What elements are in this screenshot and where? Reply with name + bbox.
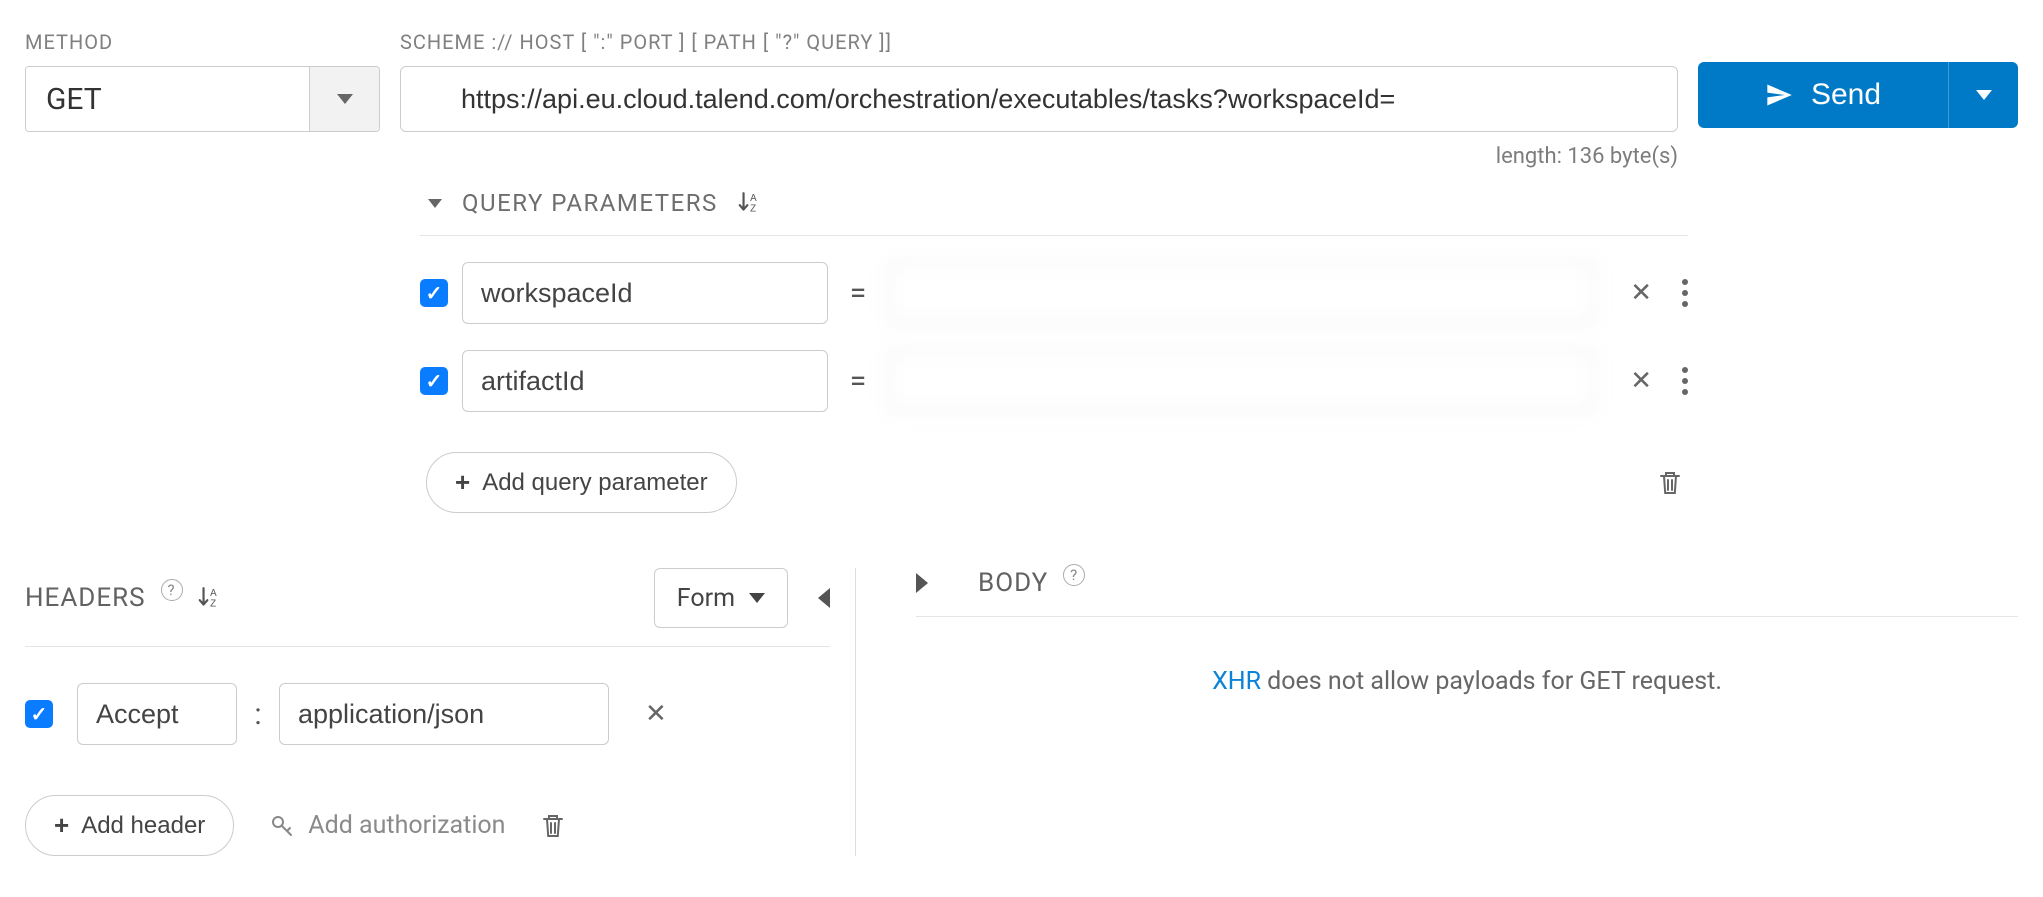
- help-icon[interactable]: ?: [161, 579, 183, 601]
- param-name-input[interactable]: [462, 350, 828, 412]
- add-header-label: Add header: [81, 812, 205, 840]
- chevron-down-icon: [337, 94, 353, 104]
- delete-all-params-button[interactable]: [1658, 469, 1682, 497]
- svg-text:A: A: [750, 193, 758, 204]
- param-menu-icon[interactable]: [1682, 279, 1688, 307]
- plus-icon: +: [455, 467, 470, 498]
- header-row: ✓ : ✕: [25, 683, 830, 745]
- headers-mode-select[interactable]: Form: [654, 568, 788, 628]
- svg-text:Z: Z: [210, 599, 217, 610]
- body-xhr-word: XHR: [1212, 667, 1261, 696]
- svg-text:Z: Z: [750, 204, 758, 215]
- trash-icon: [1658, 469, 1682, 497]
- url-input[interactable]: [400, 66, 1678, 132]
- header-name-input[interactable]: [77, 683, 237, 745]
- equals-sign: =: [834, 364, 882, 399]
- add-authorization-button[interactable]: Add authorization: [270, 811, 505, 840]
- collapse-triangle-icon: [428, 199, 442, 208]
- method-select[interactable]: GET: [25, 66, 380, 132]
- remove-param-button[interactable]: ✕: [1630, 366, 1652, 396]
- chevron-down-icon: [1976, 90, 1992, 100]
- send-button[interactable]: Send: [1698, 62, 1948, 128]
- expand-right-icon[interactable]: [916, 573, 928, 593]
- param-enabled-checkbox[interactable]: ✓: [420, 279, 448, 307]
- method-caret[interactable]: [309, 67, 379, 131]
- trash-icon: [541, 812, 565, 840]
- add-auth-label: Add authorization: [308, 811, 505, 840]
- add-query-param-label: Add query parameter: [482, 469, 707, 497]
- header-value-input[interactable]: [279, 683, 609, 745]
- body-title: BODY: [978, 568, 1048, 598]
- query-param-row: ✓ = ✕: [420, 262, 1688, 324]
- remove-param-button[interactable]: ✕: [1630, 278, 1652, 308]
- param-value-input[interactable]: [888, 262, 1594, 324]
- header-enabled-checkbox[interactable]: ✓: [25, 700, 53, 728]
- add-header-button[interactable]: + Add header: [25, 795, 234, 856]
- chevron-down-icon: [749, 593, 765, 603]
- key-icon: [270, 814, 294, 838]
- scheme-label: SCHEME :// HOST [ ":" PORT ] [ PATH [ "?…: [400, 30, 1678, 54]
- headers-mode-value: Form: [677, 584, 735, 613]
- body-message: XHR does not allow payloads for GET requ…: [916, 667, 2018, 696]
- method-value: GET: [26, 67, 309, 131]
- sort-az-icon[interactable]: A Z: [738, 191, 760, 215]
- param-value-input[interactable]: [888, 350, 1594, 412]
- remove-header-button[interactable]: ✕: [645, 699, 667, 729]
- equals-sign: =: [834, 276, 882, 311]
- param-menu-icon[interactable]: [1682, 367, 1688, 395]
- paper-plane-icon: [1765, 81, 1793, 109]
- colon-sign: :: [243, 697, 273, 732]
- headers-title: HEADERS: [25, 583, 146, 613]
- param-name-input[interactable]: [462, 262, 828, 324]
- help-icon[interactable]: ?: [1063, 564, 1085, 586]
- method-label: METHOD: [25, 30, 380, 54]
- collapse-left-icon[interactable]: [818, 588, 830, 608]
- body-msg-rest: does not allow payloads for GET request.: [1261, 667, 1722, 696]
- query-params-header[interactable]: QUERY PARAMETERS A Z: [420, 177, 1688, 236]
- param-enabled-checkbox[interactable]: ✓: [420, 367, 448, 395]
- plus-icon: +: [54, 810, 69, 841]
- send-label: Send: [1811, 78, 1881, 112]
- svg-text:A: A: [210, 588, 218, 599]
- sort-az-icon[interactable]: A Z: [198, 586, 220, 610]
- query-params-title: QUERY PARAMETERS: [462, 189, 718, 217]
- query-param-row: ✓ = ✕: [420, 350, 1688, 412]
- send-caret[interactable]: [1948, 62, 2018, 128]
- delete-all-headers-button[interactable]: [541, 812, 565, 840]
- add-query-param-button[interactable]: + Add query parameter: [426, 452, 737, 513]
- url-length: length: 136 byte(s): [400, 144, 1678, 169]
